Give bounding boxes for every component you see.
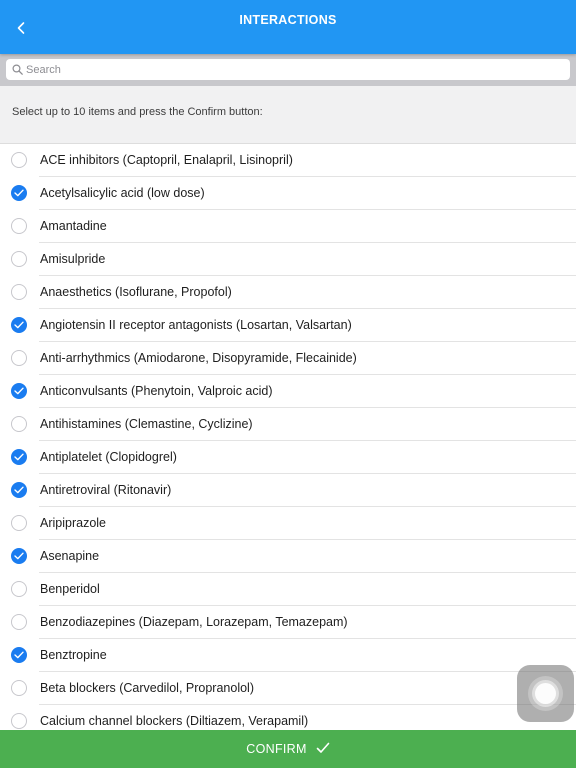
check-icon [14, 453, 24, 461]
list-item-label: Anaesthetics (Isoflurane, Propofol) [40, 285, 232, 299]
instruction-text: Select up to 10 items and press the Conf… [12, 106, 263, 118]
list-item-label: Benperidol [40, 582, 100, 596]
checkbox-checked[interactable] [11, 185, 27, 201]
list-item[interactable]: Anti-arrhythmics (Amiodarone, Disopyrami… [0, 342, 576, 375]
list-item[interactable]: Amantadine [0, 210, 576, 243]
list-item-label: Anticonvulsants (Phenytoin, Valproic aci… [40, 384, 273, 398]
checkbox-checked[interactable] [11, 548, 27, 564]
list-item[interactable]: Acetylsalicylic acid (low dose) [0, 177, 576, 210]
list-item[interactable]: ACE inhibitors (Captopril, Enalapril, Li… [0, 144, 576, 177]
list-item-label: Beta blockers (Carvedilol, Propranolol) [40, 681, 254, 695]
search-field[interactable] [6, 59, 570, 80]
list-item[interactable]: Benzodiazepines (Diazepam, Lorazepam, Te… [0, 606, 576, 639]
search-input[interactable] [26, 59, 556, 80]
checkbox-unchecked[interactable] [11, 515, 27, 531]
search-bar [0, 54, 576, 86]
list-item-label: Asenapine [40, 549, 100, 563]
assistive-touch-dot [535, 683, 556, 704]
app-window: INTERACTIONS Select up to 10 items and p… [0, 0, 576, 768]
list-item-label: Amantadine [40, 219, 107, 233]
checkbox-checked[interactable] [11, 383, 27, 399]
checkbox-unchecked[interactable] [11, 218, 27, 234]
check-icon [14, 552, 24, 560]
list-item-label: Anti-arrhythmics (Amiodarone, Disopyrami… [40, 351, 357, 365]
list-item-label: Antiplatelet (Clopidogrel) [40, 450, 177, 464]
checkbox-checked[interactable] [11, 482, 27, 498]
list-item[interactable]: Benztropine [0, 639, 576, 672]
list-item-label: Antihistamines (Clemastine, Cyclizine) [40, 417, 253, 431]
assistive-touch-button[interactable] [517, 665, 574, 722]
list-item-label: Amisulpride [40, 252, 106, 266]
list-item-label: Benzodiazepines (Diazepam, Lorazepam, Te… [40, 615, 348, 629]
check-icon [14, 189, 24, 197]
list-item-label: Aripiprazole [40, 516, 107, 530]
list-item[interactable]: Antihistamines (Clemastine, Cyclizine) [0, 408, 576, 441]
check-icon [14, 651, 24, 659]
checkbox-unchecked[interactable] [11, 350, 27, 366]
interaction-list: ACE inhibitors (Captopril, Enalapril, Li… [0, 144, 576, 738]
check-icon [14, 387, 24, 395]
search-icon [12, 64, 23, 75]
checkbox-unchecked[interactable] [11, 680, 27, 696]
list-item[interactable]: Beta blockers (Carvedilol, Propranolol) [0, 672, 576, 705]
checkbox-unchecked[interactable] [11, 416, 27, 432]
confirm-label: CONFIRM [246, 742, 307, 756]
list-item[interactable]: Antiretroviral (Ritonavir) [0, 474, 576, 507]
list-item[interactable]: Asenapine [0, 540, 576, 573]
confirm-content: CONFIRM [0, 730, 576, 768]
list-item[interactable]: Anticonvulsants (Phenytoin, Valproic aci… [0, 375, 576, 408]
list-item-label: Acetylsalicylic acid (low dose) [40, 186, 205, 200]
list-item[interactable]: Benperidol [0, 573, 576, 606]
check-icon [14, 486, 24, 494]
checkbox-unchecked[interactable] [11, 614, 27, 630]
nav-header: INTERACTIONS [0, 0, 576, 54]
confirm-button[interactable]: CONFIRM [0, 730, 576, 768]
instruction-panel: Select up to 10 items and press the Conf… [0, 86, 576, 144]
checkbox-checked[interactable] [11, 647, 27, 663]
checkbox-unchecked[interactable] [11, 581, 27, 597]
list-item[interactable]: Angiotensin II receptor antagonists (Los… [0, 309, 576, 342]
list-item[interactable]: Aripiprazole [0, 507, 576, 540]
checkbox-unchecked[interactable] [11, 284, 27, 300]
checkmark-icon [316, 742, 330, 753]
checkbox-unchecked[interactable] [11, 251, 27, 267]
checkbox-checked[interactable] [11, 449, 27, 465]
check-icon [14, 321, 24, 329]
list-item[interactable]: Anaesthetics (Isoflurane, Propofol) [0, 276, 576, 309]
checkbox-unchecked[interactable] [11, 713, 27, 729]
checkbox-checked[interactable] [11, 317, 27, 333]
list-item-label: ACE inhibitors (Captopril, Enalapril, Li… [40, 153, 293, 167]
page-title: INTERACTIONS [239, 13, 337, 27]
list-item-label: Angiotensin II receptor antagonists (Los… [40, 318, 352, 332]
list-item-label: Antiretroviral (Ritonavir) [40, 483, 172, 497]
list-item[interactable]: Antiplatelet (Clopidogrel) [0, 441, 576, 474]
checkbox-unchecked[interactable] [11, 152, 27, 168]
list-item[interactable]: Amisulpride [0, 243, 576, 276]
list-item-label: Benztropine [40, 648, 107, 662]
